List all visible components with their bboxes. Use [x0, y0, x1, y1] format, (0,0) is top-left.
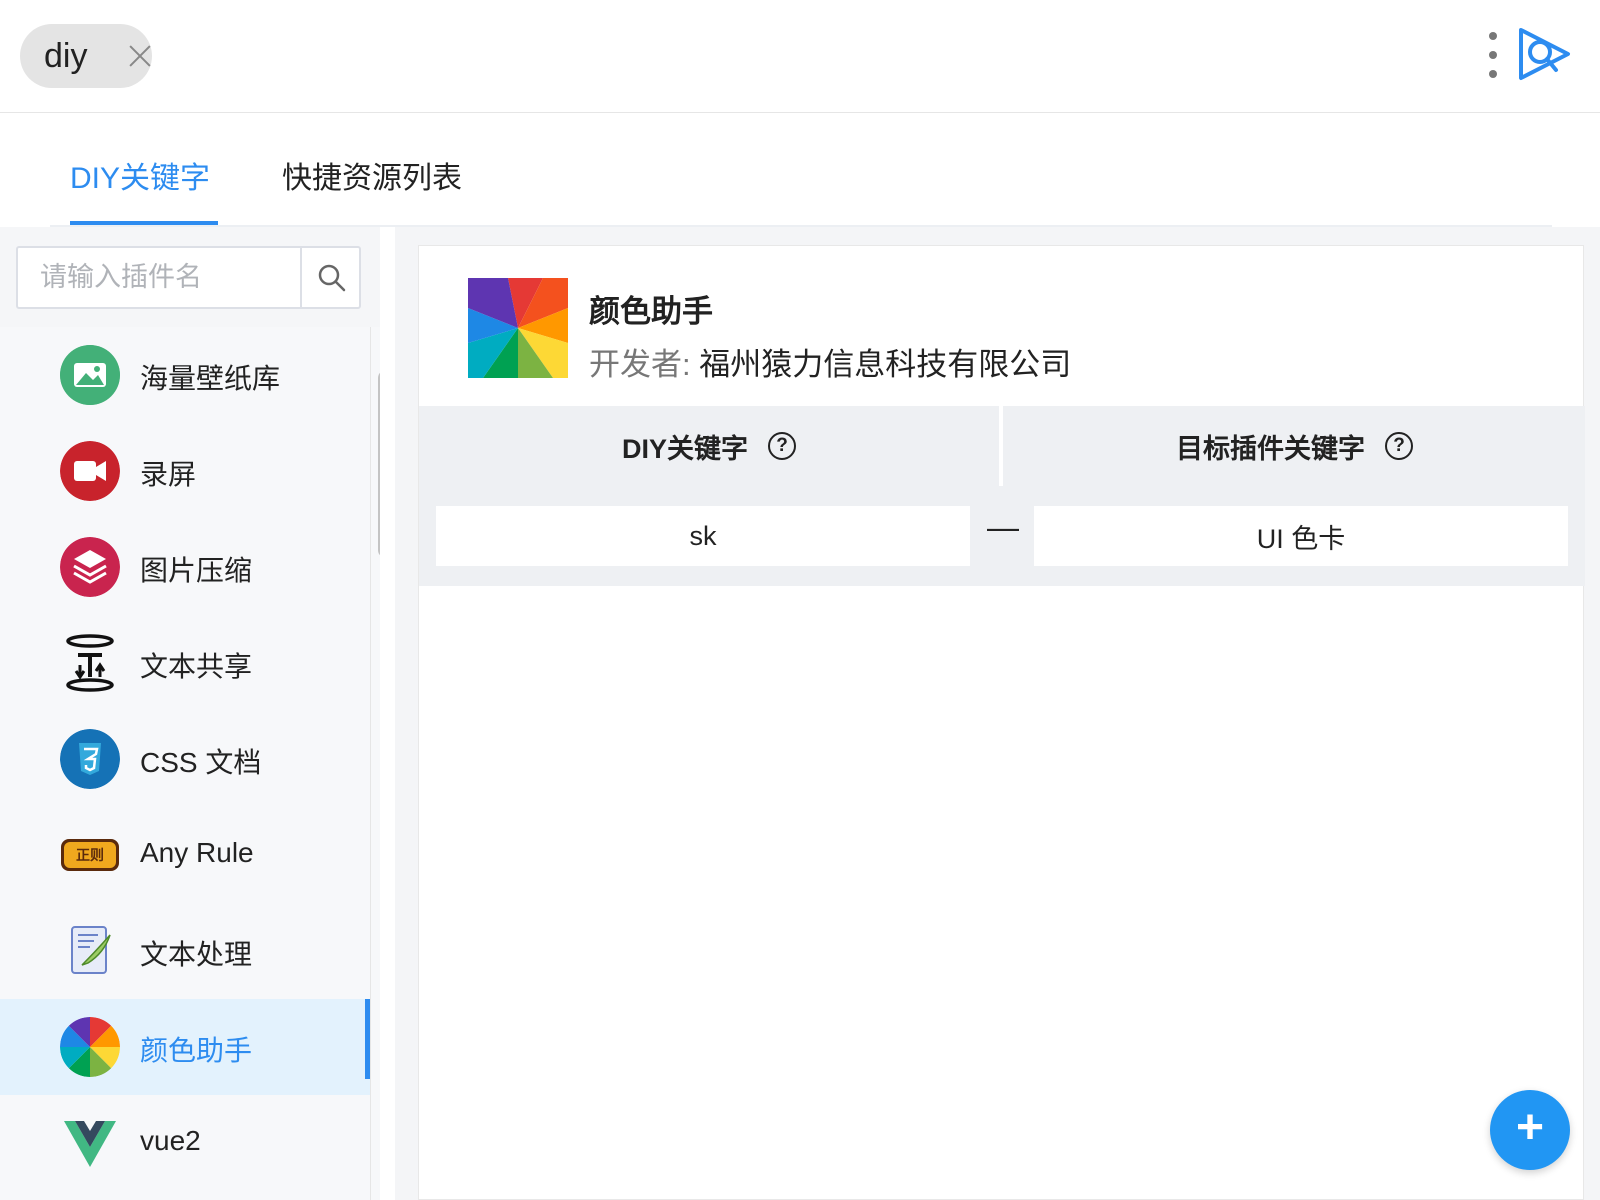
svg-text:正则: 正则 [76, 847, 104, 864]
help-icon[interactable]: ? [1385, 432, 1413, 460]
search-chip-text: diy [44, 36, 88, 75]
plugin-item-screen-record[interactable]: 录屏 [0, 423, 370, 519]
plugin-item-label: CSS 文档 [140, 747, 262, 778]
plugin-item-label: Any Rule [140, 837, 254, 868]
keyword-table-header: DIY关键字 ? 目标插件关键字 ? [419, 406, 1585, 486]
layers-icon [60, 537, 120, 597]
developer-name: 福州猿力信息科技有限公司 [699, 347, 1072, 382]
color-wheel-icon [60, 1017, 120, 1077]
plugin-item-any-rule[interactable]: 正则 Any Rule [0, 807, 370, 903]
more-menu-icon[interactable] [1483, 32, 1503, 78]
column-header-diy-label: DIY关键字 [621, 433, 748, 464]
active-tab-indicator [70, 221, 218, 225]
diy-keyword-field[interactable]: sk [436, 506, 970, 566]
plugin-item-color-helper[interactable]: 颜色助手 [0, 999, 370, 1095]
search-icon [318, 264, 345, 291]
regex-logo-icon: 正则 [60, 825, 120, 885]
sidebar-scrollbar-thumb[interactable] [378, 370, 380, 558]
developer-line: 开发者: 福州猿力信息科技有限公司 [589, 339, 1071, 384]
add-keyword-button[interactable]: + [1490, 1090, 1570, 1170]
table-row: sk — UI 色卡 [419, 486, 1585, 586]
column-divider [999, 406, 1003, 486]
plugin-item-label: 颜色助手 [140, 1035, 253, 1066]
plugin-item-text-share[interactable]: 文本共享 [0, 615, 370, 711]
row-separator: — [987, 509, 1019, 545]
top-bar: diy [0, 0, 1600, 113]
css3-icon [60, 729, 120, 789]
plugin-header: 颜色助手 开发者: 福州猿力信息科技有限公司 [419, 246, 1585, 406]
tab-diy-keywords[interactable]: DIY关键字 [70, 153, 210, 197]
plugin-item-vue2[interactable]: vue2 [0, 1095, 370, 1191]
plugin-search-input[interactable] [18, 248, 300, 307]
color-wheel-icon [468, 278, 568, 378]
target-keyword-field[interactable]: UI 色卡 [1034, 506, 1568, 566]
app-logo-icon[interactable] [1516, 26, 1572, 84]
plugin-item-image-compress[interactable]: 图片压缩 [0, 519, 370, 615]
video-camera-icon [60, 441, 120, 501]
close-icon[interactable] [128, 44, 152, 68]
plugin-search [16, 246, 361, 309]
plugin-item-label: 文本共享 [140, 651, 253, 682]
text-transfer-icon [60, 633, 120, 693]
plus-icon: + [1515, 1101, 1545, 1154]
column-header-diy: DIY关键字 ? [419, 406, 999, 486]
plugin-item-css-docs[interactable]: CSS 文档 [0, 711, 370, 807]
plugin-item-label: 图片压缩 [140, 555, 253, 586]
help-icon[interactable]: ? [768, 432, 796, 460]
notepad-quill-icon [60, 921, 120, 981]
plugin-item-wallpaper[interactable]: 海量壁纸库 [0, 327, 370, 423]
developer-label: 开发者: [589, 347, 691, 382]
plugin-item-text-process[interactable]: 文本处理 [0, 903, 370, 999]
search-button[interactable] [300, 248, 361, 307]
plugin-item-label: 海量壁纸库 [140, 363, 281, 394]
plugin-name: 颜色助手 [589, 294, 713, 329]
plugin-item-label: vue2 [140, 1125, 201, 1156]
tab-bar: DIY关键字 快捷资源列表 [0, 113, 1600, 227]
plugin-item-label: 文本处理 [140, 939, 253, 970]
plugin-sidebar: 海量壁纸库 录屏 [0, 227, 380, 1200]
plugin-detail-panel: 颜色助手 开发者: 福州猿力信息科技有限公司 DIY关键字 ? 目标插件关键字 … [418, 245, 1585, 1200]
tab-quick-resources[interactable]: 快捷资源列表 [282, 153, 462, 197]
column-header-target-label: 目标插件关键字 [1176, 433, 1365, 464]
mountain-photo-icon [60, 345, 120, 405]
plugin-item-label: 录屏 [140, 459, 197, 490]
vue-logo-icon [60, 1113, 120, 1173]
search-chip[interactable]: diy [20, 24, 152, 88]
plugin-list: 海量壁纸库 录屏 图片压缩 文本共享 CSS 文档 正则 Any Rule 文本… [0, 327, 370, 1191]
app-window: diy DIY关键字 快捷资源列表 请输入插件名 海量壁纸库 录屏 图片压缩 文… [0, 0, 1600, 1200]
column-header-target: 目标插件关键字 ? [1004, 406, 1585, 486]
